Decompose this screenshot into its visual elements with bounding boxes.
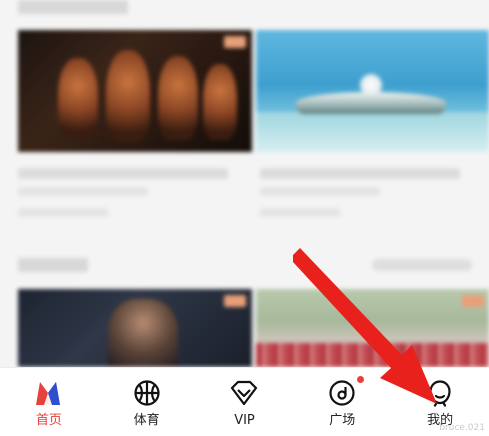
- tab-vip[interactable]: VIP: [199, 368, 289, 436]
- tab-sports[interactable]: 体育: [102, 368, 192, 436]
- corner-badge: [224, 36, 246, 48]
- vip-diamond-icon: [228, 377, 260, 409]
- watermark: bruce.021: [439, 423, 485, 433]
- content-feed: [0, 0, 489, 367]
- plaza-icon: [326, 377, 358, 409]
- video-meta-placeholder: [18, 208, 108, 217]
- notification-dot: [357, 376, 365, 383]
- video-title-placeholder: [260, 187, 380, 196]
- section-title-placeholder: [18, 258, 88, 272]
- app-logo-icon: [33, 377, 65, 409]
- video-title-placeholder: [260, 168, 460, 179]
- tab-label: 首页: [35, 413, 62, 428]
- tab-home[interactable]: 首页: [4, 368, 94, 436]
- tab-label: 体育: [133, 413, 160, 428]
- tab-label: 广场: [329, 413, 356, 428]
- profile-icon: [424, 377, 456, 409]
- bottom-tab-bar: 首页 体育 VIP 广场 我的: [0, 367, 489, 436]
- tab-plaza[interactable]: 广场: [297, 368, 387, 436]
- more-link-placeholder[interactable]: [372, 259, 472, 271]
- video-thumbnail[interactable]: [18, 289, 252, 367]
- section-title-placeholder: [18, 0, 128, 14]
- basketball-icon: [131, 377, 163, 409]
- video-thumbnail[interactable]: [18, 30, 252, 152]
- video-meta-placeholder: [260, 208, 340, 217]
- tab-label: VIP: [234, 413, 255, 428]
- video-thumbnail[interactable]: [256, 30, 489, 152]
- video-title-placeholder: [18, 187, 148, 196]
- video-title-placeholder: [18, 168, 228, 179]
- video-thumbnail[interactable]: [256, 289, 489, 367]
